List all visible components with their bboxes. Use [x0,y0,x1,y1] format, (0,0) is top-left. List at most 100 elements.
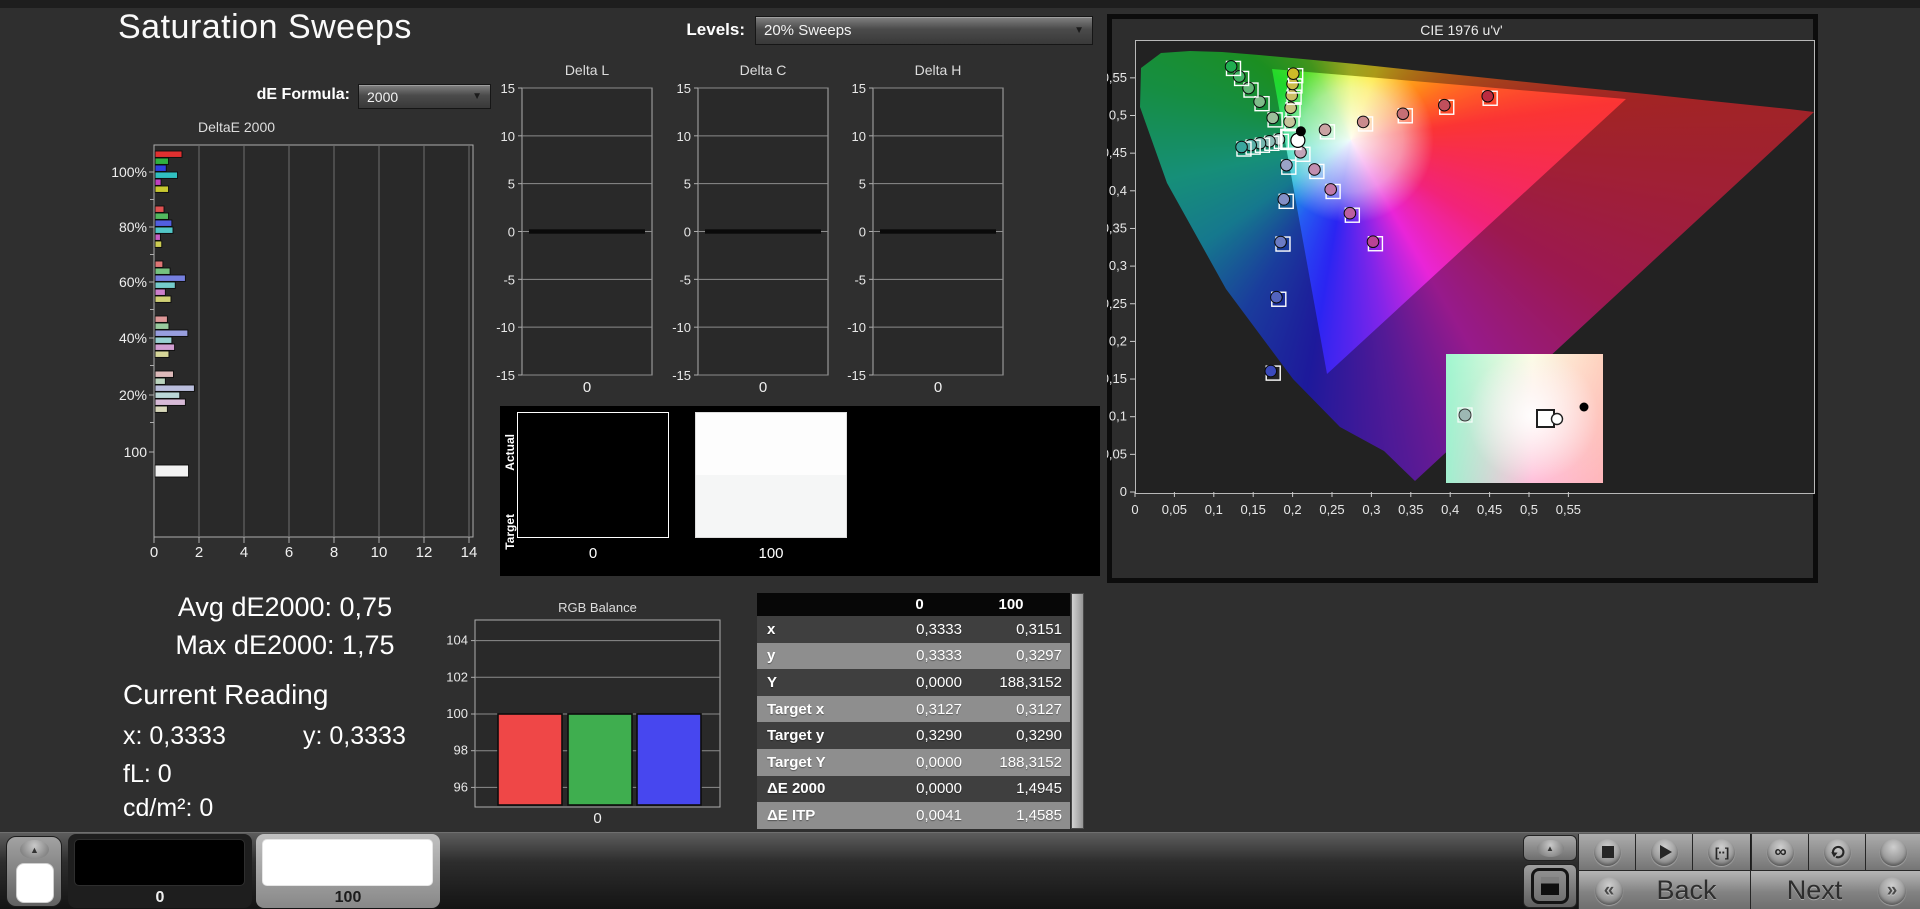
current-reading-dot [1296,126,1306,136]
measured-point-magenta [1367,236,1379,248]
chart-text: 0,4 [1441,502,1459,517]
swatch-tile-100[interactable]: 100 [256,834,440,908]
chart-text: 0,3 [1109,258,1127,273]
de-bar [155,158,169,164]
de-formula-dropdown[interactable]: 2000 ▼ [358,84,491,109]
inset-current-reading-dot [1580,403,1589,412]
refresh-button[interactable] [1808,834,1866,870]
table-row: Target x0,31270,3127 [757,696,1070,723]
levels-dropdown[interactable]: 20% Sweeps ▼ [755,16,1093,45]
play-button[interactable] [1635,834,1693,870]
chart-text: -15 [847,368,866,383]
top-strip [0,0,1920,8]
de-bar [155,465,189,477]
chart-text: 0,2 [1109,333,1127,348]
page-title: Saturation Sweeps [118,8,412,47]
row-label: ΔE 2000 [757,780,877,797]
table-scrollbar[interactable] [1071,593,1084,829]
chart-text: 0,25 [1319,502,1344,517]
de-bar [155,282,175,288]
de-bar [155,268,170,274]
back-button-label: Back [1623,875,1750,906]
rgb-bar-green [568,714,632,805]
continuous-measure-button[interactable]: ∞ [1751,834,1809,870]
target-row-label: Target [503,514,517,550]
de-bar [155,330,188,336]
measured-point-blue [1281,159,1293,171]
chart-text: 0,35 [1107,220,1127,235]
swatch-label: 100 [256,889,440,907]
chart-text: 5 [684,177,691,192]
chart-text: Delta H [915,62,962,78]
swatch-tile-0[interactable]: 0 [68,834,252,908]
swatch-label: 0 [68,889,252,907]
blank-button[interactable] [1865,834,1920,870]
chart-text: -15 [496,368,515,383]
current-reading-x: x: 0,3333 [123,722,226,751]
measured-point-red [1357,116,1369,128]
current-reading-cdm2: cd/m²: 0 [123,794,213,823]
play-icon [1651,839,1678,866]
levels-dropdown-value: 20% Sweeps [764,22,852,39]
stop-button[interactable] [1578,834,1636,870]
table-row: ΔE ITP0,00411,4585 [757,802,1070,829]
actual-row-label: Actual [503,434,517,471]
de-bar [155,316,167,322]
chart-text: -10 [496,320,515,335]
measured-point-blue [1278,194,1290,206]
chart-text: 0,45 [1107,145,1127,160]
panel-collapse-button[interactable]: ▲ [1523,835,1577,861]
measured-point-green [1233,71,1245,83]
chart-text: 0 [593,810,601,827]
chart-text: -15 [672,368,691,383]
inset-white-measured [1552,414,1563,425]
row-label: Target x [757,701,877,718]
patch-eject-button[interactable]: ▲ [6,836,62,907]
interval-measure-button[interactable]: [··] [1692,834,1752,870]
de-bar [155,227,173,233]
measured-point-red [1397,108,1409,120]
measured-point-yellow [1284,116,1296,128]
cie-chart-panel: CIE 1976 u'v' 00,050,10,150,20,250,30,35… [1107,14,1818,583]
cell-value-100: 0,3290 [962,727,1070,744]
chart-text: 14 [461,544,478,561]
inset-measured-point [1459,409,1471,421]
chart-text: DeltaE 2000 [198,119,275,135]
de-formula-label: dE Formula: [155,86,350,104]
refresh-icon [1824,839,1851,866]
chart-text: 0,05 [1107,446,1127,461]
row-label: x [757,621,877,638]
chart-text: 10 [501,129,515,144]
delta-zero-bar [529,229,645,233]
measured-point-blue [1275,236,1287,248]
chart-text: 0,5 [1520,502,1538,517]
chart-text: -5 [503,272,515,287]
chart-text: 0,45 [1477,502,1502,517]
de-bar [155,385,194,391]
patch-label: 100 [695,545,847,562]
chart-text: 0 [508,225,515,240]
next-button[interactable]: Next » [1750,871,1920,909]
table-row: Target Y0,0000188,3152 [757,749,1070,776]
chart-text: 0 [684,225,691,240]
row-label: ΔE ITP [757,807,877,824]
results-table: 0 100 x0,33330,3151y0,33330,3297Y0,00001… [757,593,1070,829]
de-bar [155,151,182,157]
chart-text: 0 [583,379,591,396]
chart-text: 98 [454,743,468,758]
back-button[interactable]: « Back [1578,871,1750,909]
patch-window-button[interactable] [1523,864,1577,908]
chart-text: 0 [759,379,767,396]
measured-point-yellow [1287,68,1299,80]
de-bar [155,220,172,226]
next-chevrons-icon: » [1878,877,1906,905]
cell-value-0: 0,3333 [877,647,962,664]
de-bar [155,172,178,178]
de-bar [155,275,185,281]
measured-point-cyan [1236,141,1248,153]
cell-value-100: 1,4585 [962,807,1070,824]
current-reading-y: y: 0,3333 [303,722,406,751]
blank-icon [1880,839,1907,866]
cell-value-0: 0,0000 [877,754,962,771]
chart-text: 100% [111,164,147,180]
